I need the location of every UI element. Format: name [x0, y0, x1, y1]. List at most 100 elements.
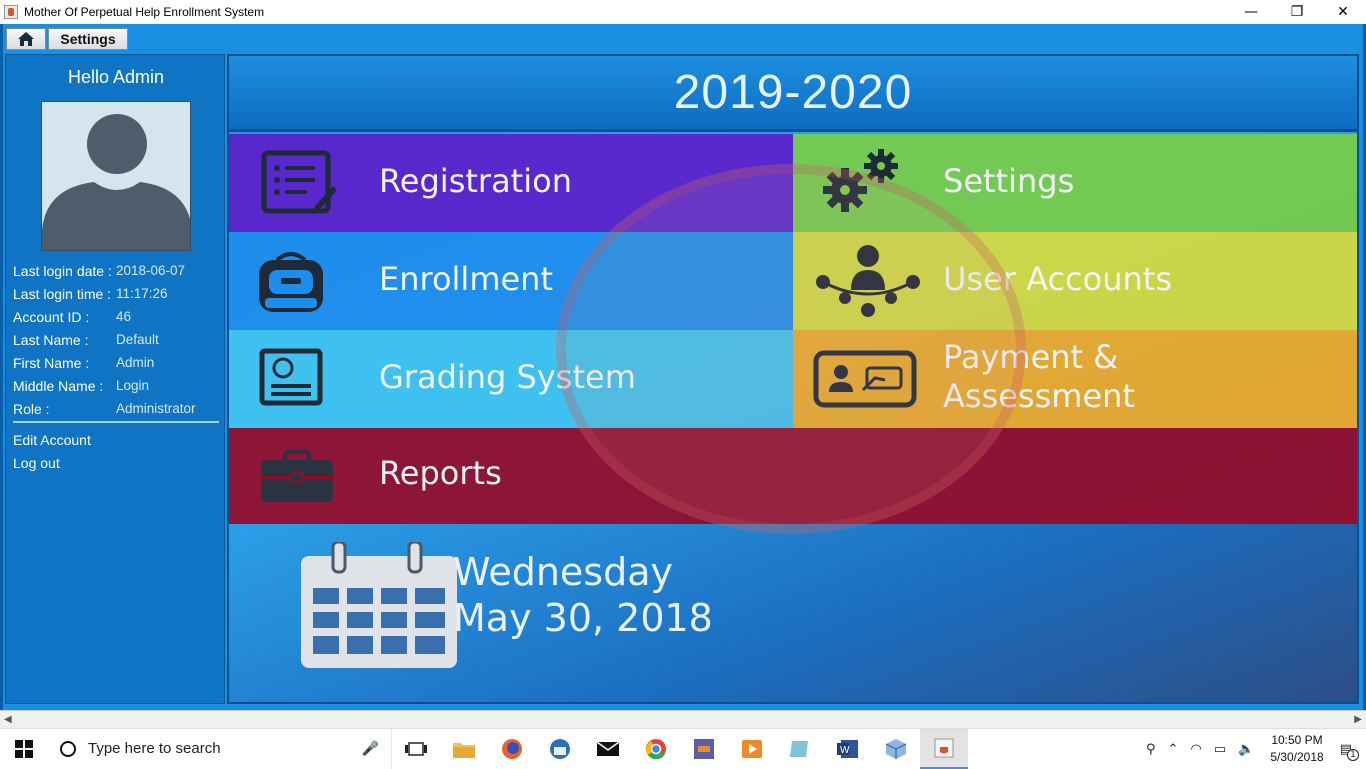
notes-app-icon[interactable] — [776, 729, 824, 769]
enrollment-label: Enrollment — [379, 260, 553, 298]
close-button[interactable]: ✕ — [1320, 0, 1366, 24]
user-silhouette-icon — [42, 114, 190, 250]
thunderbird-icon[interactable] — [536, 729, 584, 769]
info-value: Default — [116, 332, 159, 347]
info-label: First Name : — [13, 354, 90, 371]
logout-link[interactable]: Log out — [13, 455, 60, 471]
payment-assessment-tile[interactable]: Payment & Assessment — [793, 330, 1357, 428]
briefcase-icon — [261, 450, 333, 502]
full-date: May 30, 2018 — [453, 596, 713, 640]
scroll-right-icon[interactable]: ▶ — [1354, 714, 1362, 725]
grading-system-tile[interactable]: Grading System — [229, 330, 793, 428]
battery-icon[interactable]: ▭ — [1214, 742, 1226, 757]
taskbar: Type here to search 🎤 W ⚲ ⌃ ◠ ▭ 🔈 10:50 … — [0, 728, 1366, 769]
user-accounts-tile[interactable]: User Accounts — [793, 232, 1357, 330]
notification-count: 1 — [1347, 748, 1359, 761]
scroll-left-icon[interactable]: ◀ — [4, 714, 12, 725]
info-row-last-name: Last Name : Default — [13, 328, 196, 351]
sidebar: Hello Admin Last login date : 2018-06-07… — [5, 54, 225, 704]
taskbar-search[interactable]: Type here to search 🎤 — [48, 728, 392, 769]
clock[interactable]: 10:50 PM 5/30/2018 — [1270, 732, 1323, 766]
home-icon — [18, 32, 34, 46]
info-value: Admin — [116, 355, 155, 370]
info-row-first-name: First Name : Admin — [13, 351, 196, 374]
user-network-icon — [816, 245, 920, 317]
reports-tile[interactable]: Reports — [229, 428, 1357, 524]
info-label: Account ID : — [13, 308, 90, 325]
info-label: Middle Name : — [13, 377, 104, 394]
grading-system-label: Grading System — [379, 358, 636, 396]
payment-label-line1: Payment & — [943, 338, 1119, 376]
mail-icon[interactable] — [584, 729, 632, 769]
info-label: Last login time : — [13, 285, 112, 302]
title-bar: Mother Of Perpetual Help Enrollment Syst… — [0, 0, 1366, 24]
sidebar-divider — [13, 421, 219, 423]
id-card-payment-icon — [813, 350, 917, 408]
registration-form-icon — [261, 150, 337, 214]
minimize-button[interactable]: — — [1228, 0, 1274, 24]
info-row-middle-name: Middle Name : Login — [13, 374, 196, 397]
greeting: Hello Admin — [67, 67, 165, 87]
registration-tile[interactable]: Registration — [229, 134, 793, 232]
account-info: Last login date : 2018-06-07 Last login … — [13, 259, 196, 420]
main-panel: 2019-2020 Registration Settings Enrollme… — [227, 54, 1359, 704]
cortana-icon — [60, 740, 76, 757]
windows-logo-icon — [15, 739, 33, 758]
chrome-icon[interactable] — [632, 729, 680, 769]
date-display: Wednesday May 30, 2018 — [229, 526, 1357, 702]
info-value: 2018-06-07 — [116, 263, 186, 278]
reports-label: Reports — [379, 454, 502, 492]
start-button[interactable] — [0, 729, 48, 769]
payment-label-line2: Assessment — [943, 377, 1135, 415]
chevron-up-icon[interactable]: ⌃ — [1168, 742, 1179, 757]
avatar — [41, 101, 191, 251]
info-value: Administrator — [116, 401, 196, 416]
word-icon[interactable]: W — [824, 729, 872, 769]
info-row-login-time: Last login time : 11:17:26 — [13, 282, 196, 305]
edit-account-link[interactable]: Edit Account — [13, 432, 91, 448]
user-accounts-label: User Accounts — [943, 260, 1172, 298]
settings-label: Settings — [943, 162, 1075, 200]
media-player-icon[interactable] — [728, 729, 776, 769]
info-value: 46 — [116, 309, 132, 324]
volume-icon[interactable]: 🔈 — [1238, 742, 1254, 757]
task-view-icon[interactable] — [392, 729, 440, 769]
gears-icon — [823, 149, 898, 212]
info-value: 11:17:26 — [116, 286, 168, 301]
system-tray: ⚲ ⌃ ◠ ▭ 🔈 10:50 PM 5/30/2018 ▤ 1 — [1140, 729, 1366, 769]
php-app-icon[interactable] — [680, 729, 728, 769]
java-app-icon — [4, 5, 18, 19]
search-placeholder: Type here to search — [88, 740, 221, 757]
java-app-taskbar-icon[interactable] — [920, 728, 968, 769]
info-label: Role : — [13, 400, 50, 417]
action-center-icon[interactable]: ▤ 1 — [1340, 742, 1359, 761]
tab-settings[interactable]: Settings — [48, 28, 128, 50]
file-explorer-icon[interactable] — [440, 729, 488, 769]
horizontal-scrollbar[interactable]: ◀ ▶ — [0, 710, 1366, 728]
info-value: Login — [116, 378, 150, 393]
info-row-login-date: Last login date : 2018-06-07 — [13, 259, 196, 282]
school-year: 2019-2020 — [673, 66, 913, 119]
clock-time: 10:50 PM — [1271, 733, 1323, 747]
restore-button[interactable]: ❐ — [1274, 0, 1320, 24]
calendar-icon — [301, 542, 457, 668]
microphone-icon[interactable]: 🎤 — [362, 741, 379, 757]
backpack-icon — [259, 252, 323, 312]
info-label: Last login date : — [13, 262, 112, 279]
window-title: Mother Of Perpetual Help Enrollment Syst… — [24, 5, 265, 19]
school-year-banner: 2019-2020 — [229, 56, 1357, 132]
info-label: Last Name : — [13, 331, 89, 348]
window-controls: — ❐ ✕ — [1228, 0, 1366, 24]
tab-bar: Settings — [6, 28, 128, 50]
virtualbox-icon[interactable] — [872, 729, 920, 769]
info-row-role: Role : Administrator — [13, 397, 196, 420]
wifi-icon[interactable]: ◠ — [1190, 742, 1201, 757]
tab-home[interactable] — [6, 28, 46, 50]
people-icon[interactable]: ⚲ — [1146, 742, 1156, 757]
registration-label: Registration — [379, 162, 572, 200]
clock-date: 5/30/2018 — [1270, 750, 1324, 764]
enrollment-tile[interactable]: Enrollment — [229, 232, 793, 330]
firefox-icon[interactable] — [488, 729, 536, 769]
settings-tile[interactable]: Settings — [793, 134, 1357, 232]
info-row-account-id: Account ID : 46 — [13, 305, 196, 328]
